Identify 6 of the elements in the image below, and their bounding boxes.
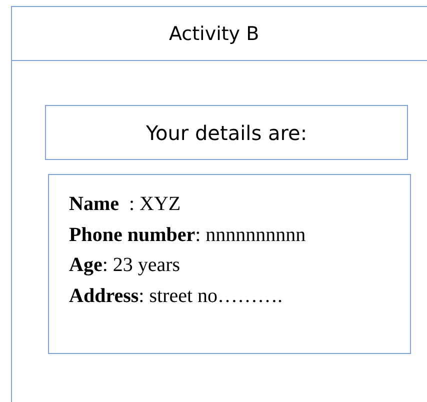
detail-line: Address: street no……….	[69, 284, 284, 308]
screen-title: Activity B	[169, 22, 260, 44]
detail-line: Age: 23 years	[69, 253, 182, 278]
detail-line: Name : XYZ	[69, 192, 182, 217]
heading-text: Your details are:	[146, 120, 308, 144]
detail-line: Phone number: nnnnnnnnnn	[69, 222, 307, 248]
